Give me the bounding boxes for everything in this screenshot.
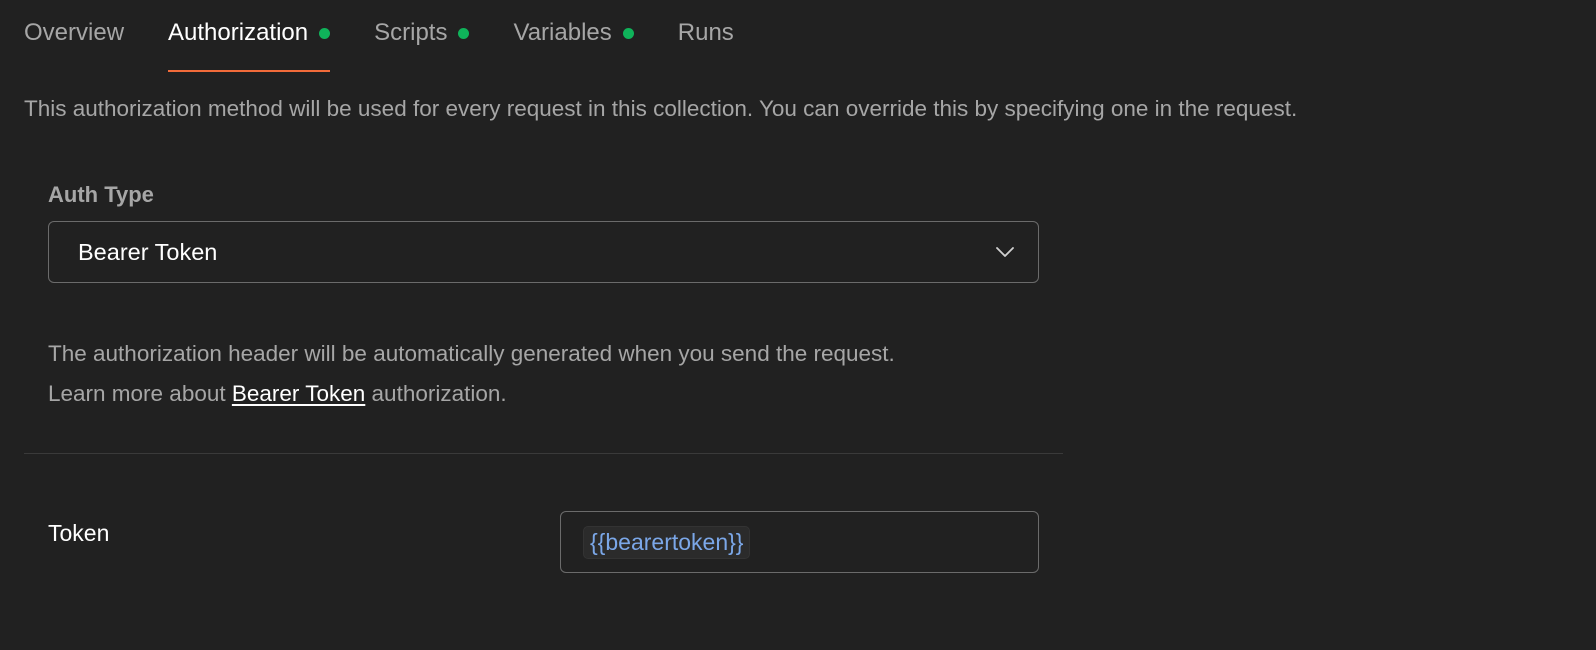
tab-bar: Overview Authorization Scripts Variables…	[24, 0, 778, 72]
auth-info: The authorization header will be automat…	[48, 334, 895, 414]
bearer-token-link[interactable]: Bearer Token	[232, 381, 365, 406]
tab-label: Scripts	[374, 19, 448, 46]
tab-label: Authorization	[168, 19, 309, 46]
token-variable: {{bearertoken}}	[583, 525, 751, 559]
tab-scripts[interactable]: Scripts	[374, 0, 470, 72]
tab-label: Runs	[677, 19, 734, 46]
tab-label: Variables	[513, 19, 612, 46]
auth-type-value: Bearer Token	[78, 238, 218, 265]
auth-info-learn-more: Learn more about Bearer Token authorizat…	[48, 374, 895, 414]
auth-info-line: The authorization header will be automat…	[48, 341, 895, 366]
auth-description: This authorization method will be used f…	[24, 96, 1298, 121]
tab-variables[interactable]: Variables	[513, 0, 634, 72]
tab-label: Overview	[24, 19, 125, 46]
tab-runs[interactable]: Runs	[678, 0, 734, 72]
tab-overview[interactable]: Overview	[24, 0, 124, 72]
chevron-down-icon	[996, 247, 1014, 257]
collection-auth-page: Overview Authorization Scripts Variables…	[0, 0, 1596, 650]
token-label: Token	[48, 520, 110, 546]
status-dot-icon	[622, 28, 634, 39]
divider	[24, 453, 1063, 454]
status-dot-icon	[319, 28, 331, 39]
status-dot-icon	[458, 28, 470, 39]
auth-type-label: Auth Type	[48, 182, 154, 207]
tab-authorization[interactable]: Authorization	[168, 0, 331, 72]
learn-more-prefix: Learn more about	[48, 381, 232, 406]
auth-type-select[interactable]: Bearer Token	[48, 221, 1039, 283]
learn-more-suffix: authorization.	[365, 381, 507, 406]
token-input[interactable]: {{bearertoken}}	[560, 511, 1039, 573]
